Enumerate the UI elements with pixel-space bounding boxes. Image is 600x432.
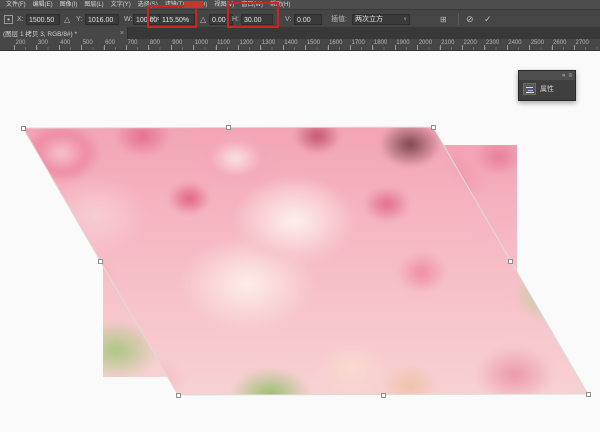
ruler-tick-label: 2600 <box>553 40 566 46</box>
commit-transform-button[interactable]: ✓ <box>484 14 492 25</box>
properties-panel-button[interactable]: 属性 <box>519 80 575 98</box>
transform-handle[interactable] <box>431 125 436 130</box>
transform-handle[interactable] <box>226 125 231 130</box>
options-separator <box>458 13 459 25</box>
ruler-tick-label: 1500 <box>307 40 320 46</box>
menu-item[interactable]: 图像(I) <box>60 1 78 9</box>
ruler-tick-label: 2400 <box>508 40 521 46</box>
chevron-down-icon: ∨ <box>403 14 407 25</box>
ruler-tick-label: 200 <box>16 40 26 46</box>
ruler-minor-ticks <box>14 47 600 50</box>
panel-dock-header[interactable]: « ≡ <box>519 71 575 80</box>
ruler-tick-label: 500 <box>83 40 93 46</box>
transform-handle[interactable] <box>21 126 26 131</box>
rotate-angle-icon: △ <box>200 15 206 24</box>
ruler-tick-label: 2700 <box>576 40 589 46</box>
menu-item[interactable]: 文件(F) <box>6 1 26 9</box>
skew-v-label: V: <box>285 16 291 23</box>
ruler-tick-label: 2000 <box>419 40 432 46</box>
reference-point-grid-icon[interactable] <box>4 10 13 28</box>
relative-position-toggle-icon[interactable]: △ <box>64 15 70 24</box>
transform-options-bar: X: 1500.50 △ Y: 1016.00 W: 100.00% ∞ H: … <box>0 9 600 27</box>
horizontal-ruler: 200 300 400 500 600 700 800 900 1000 1100 1200 1300… <box>0 39 600 51</box>
properties-panel-icon <box>523 83 536 95</box>
collapsed-panel-dock: « ≡ 属性 <box>518 70 576 101</box>
x-input[interactable]: 1500.50 <box>26 14 60 25</box>
menu-item[interactable]: 3D(D) <box>191 1 207 9</box>
ruler-tick-label: 2100 <box>441 40 454 46</box>
ruler-tick-label: 1400 <box>284 40 297 46</box>
close-tab-icon[interactable]: × <box>120 30 124 37</box>
menu-bar: 文件(F) 编辑(E) 图像(I) 图层(L) 文字(Y) 选择(S) 滤镜(T) 3D(D)… <box>0 0 600 9</box>
ruler-tick-label: 800 <box>150 40 160 46</box>
menu-item[interactable]: 文字(Y) <box>111 1 131 9</box>
ruler-tick-label: 300 <box>38 40 48 46</box>
interpolation-dropdown[interactable]: 两次立方 ∨ <box>352 14 410 25</box>
menu-item[interactable]: 编辑(E) <box>33 1 53 9</box>
skew-v-input[interactable]: 0.00 <box>294 14 322 25</box>
transform-handle[interactable] <box>176 393 181 398</box>
ruler-tick-label: 400 <box>60 40 70 46</box>
expand-panels-icon[interactable]: « <box>562 72 565 80</box>
menu-item[interactable]: 视图(V) <box>214 1 234 9</box>
ruler-tick-label: 1100 <box>217 40 230 46</box>
document-tab-title: (图层 1 拷贝 3, RGB/8#) * <box>3 28 118 38</box>
document-tab-bar: (图层 1 拷贝 3, RGB/8#) * × <box>0 27 600 39</box>
ruler-tick-label: 2300 <box>486 40 499 46</box>
height-percent-input[interactable]: 115.50% <box>159 14 195 25</box>
ruler-tick-label: 1200 <box>240 40 253 46</box>
menu-item[interactable]: 帮助(H) <box>270 1 290 9</box>
ruler-tick-label: 1900 <box>396 40 409 46</box>
ruler-tick-label: 2500 <box>531 40 544 46</box>
x-label: X: <box>17 16 24 23</box>
ruler-tick-label: 600 <box>105 40 115 46</box>
ruler-tick-label: 1300 <box>262 40 275 46</box>
menu-item[interactable]: 滤镜(T) <box>165 1 185 9</box>
photoshop-window: 文件(F) 编辑(E) 图像(I) 图层(L) 文字(Y) 选择(S) 滤镜(T) 3D(D)… <box>0 0 600 432</box>
menu-item[interactable]: 图层(L) <box>84 1 103 9</box>
rotate-input[interactable]: 0.00 <box>209 14 233 25</box>
ruler-tick-label: 2200 <box>464 40 477 46</box>
ruler-tick-label: 1000 <box>195 40 208 46</box>
menu-item[interactable]: 窗口(W) <box>241 1 263 9</box>
skew-h-label: H: <box>232 16 239 23</box>
ruler-tick-label: 1700 <box>352 40 365 46</box>
ruler-tick-label: 900 <box>172 40 182 46</box>
y-input[interactable]: 1016.00 <box>85 14 119 25</box>
skew-h-input[interactable]: 30.00 <box>241 14 273 25</box>
transform-handle[interactable] <box>381 393 386 398</box>
height-percent-label: H: <box>150 16 157 23</box>
document-canvas <box>0 51 600 432</box>
cancel-transform-button[interactable]: ⊘ <box>466 14 474 25</box>
properties-panel-label: 属性 <box>540 84 554 94</box>
interpolation-label: 插值: <box>331 14 347 24</box>
ruler-tick-label: 700 <box>128 40 138 46</box>
panel-menu-icon[interactable]: ≡ <box>568 72 572 80</box>
ruler-tick-label: 1800 <box>374 40 387 46</box>
transform-handle[interactable] <box>586 392 591 397</box>
y-label: Y: <box>76 16 82 23</box>
warp-mode-toggle-icon[interactable]: ⊞ <box>440 15 447 24</box>
transform-handle[interactable] <box>98 259 103 264</box>
width-label: W: <box>124 16 132 23</box>
transform-handle[interactable] <box>508 259 513 264</box>
document-tab[interactable]: (图层 1 拷贝 3, RGB/8#) * × <box>0 27 128 39</box>
ruler-tick-label: 1600 <box>329 40 342 46</box>
menu-item[interactable]: 选择(S) <box>138 1 158 9</box>
